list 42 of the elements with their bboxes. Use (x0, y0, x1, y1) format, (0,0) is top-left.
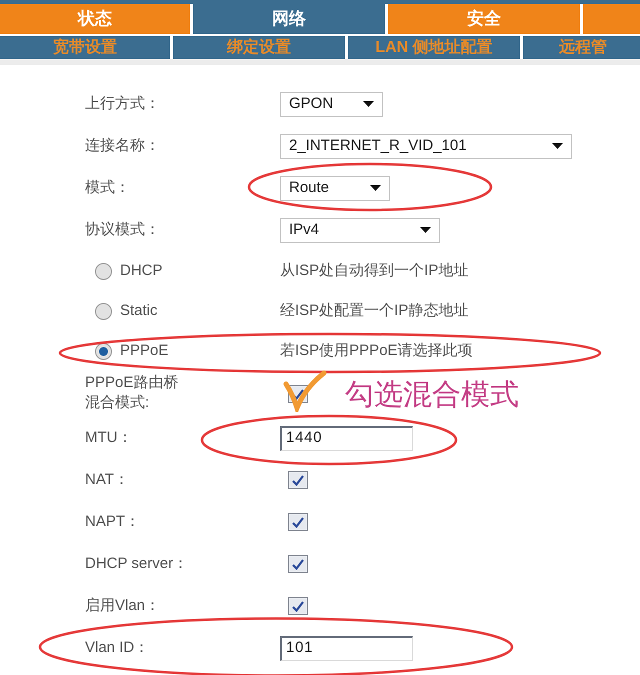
check-icon (292, 388, 304, 400)
field-label: 模式： (85, 178, 130, 198)
option-description: 若ISP使用PPPoE请选择此项 (280, 340, 473, 361)
radio-button[interactable] (95, 302, 112, 320)
check-icon (292, 600, 304, 612)
checkbox[interactable] (288, 513, 308, 531)
radio-label: DHCP (120, 260, 163, 281)
field-label: DHCP server： (85, 554, 188, 574)
check-icon (292, 558, 304, 570)
input-field[interactable]: 101 (280, 636, 413, 660)
option-description: 经ISP处配置一个IP静态地址 (280, 300, 468, 321)
checkbox[interactable] (288, 597, 308, 615)
field-label: NAT： (85, 470, 129, 490)
radio-button[interactable] (95, 342, 112, 360)
radio-button[interactable] (95, 262, 112, 280)
field-label: 启用Vlan： (85, 596, 160, 616)
check-icon (292, 474, 304, 486)
field-label: 上行方式： (85, 94, 160, 114)
check-mark-drawing (283, 370, 327, 412)
caret-icon (552, 143, 563, 149)
checkbox[interactable] (288, 555, 308, 573)
input-field[interactable]: 1440 (280, 426, 413, 450)
dropdown[interactable]: GPON (280, 92, 383, 116)
field-label: 连接名称： (85, 136, 160, 156)
field-label: NAPT： (85, 512, 140, 532)
field-label: MTU： (85, 428, 132, 448)
field-label: PPPoE路由桥 混合模式: (85, 373, 178, 413)
radio-label: PPPoE (120, 340, 168, 361)
check-icon (292, 516, 304, 528)
caret-icon (370, 185, 381, 191)
nav-tab[interactable]: 网络 (193, 4, 385, 34)
dropdown[interactable]: 2_INTERNET_R_VID_101 (280, 134, 572, 158)
checkbox[interactable] (288, 471, 308, 489)
caret-icon (363, 101, 374, 107)
option-description: 从ISP处自动得到一个IP地址 (280, 260, 468, 281)
caret-icon (420, 227, 431, 233)
field-label: Vlan ID： (85, 638, 150, 658)
radio-label: Static (120, 300, 158, 321)
annotation-note: 勾选混合模式 (345, 378, 519, 413)
dropdown[interactable]: IPv4 (280, 218, 440, 242)
dropdown[interactable]: Route (280, 176, 390, 200)
field-label: 协议模式： (85, 220, 160, 240)
